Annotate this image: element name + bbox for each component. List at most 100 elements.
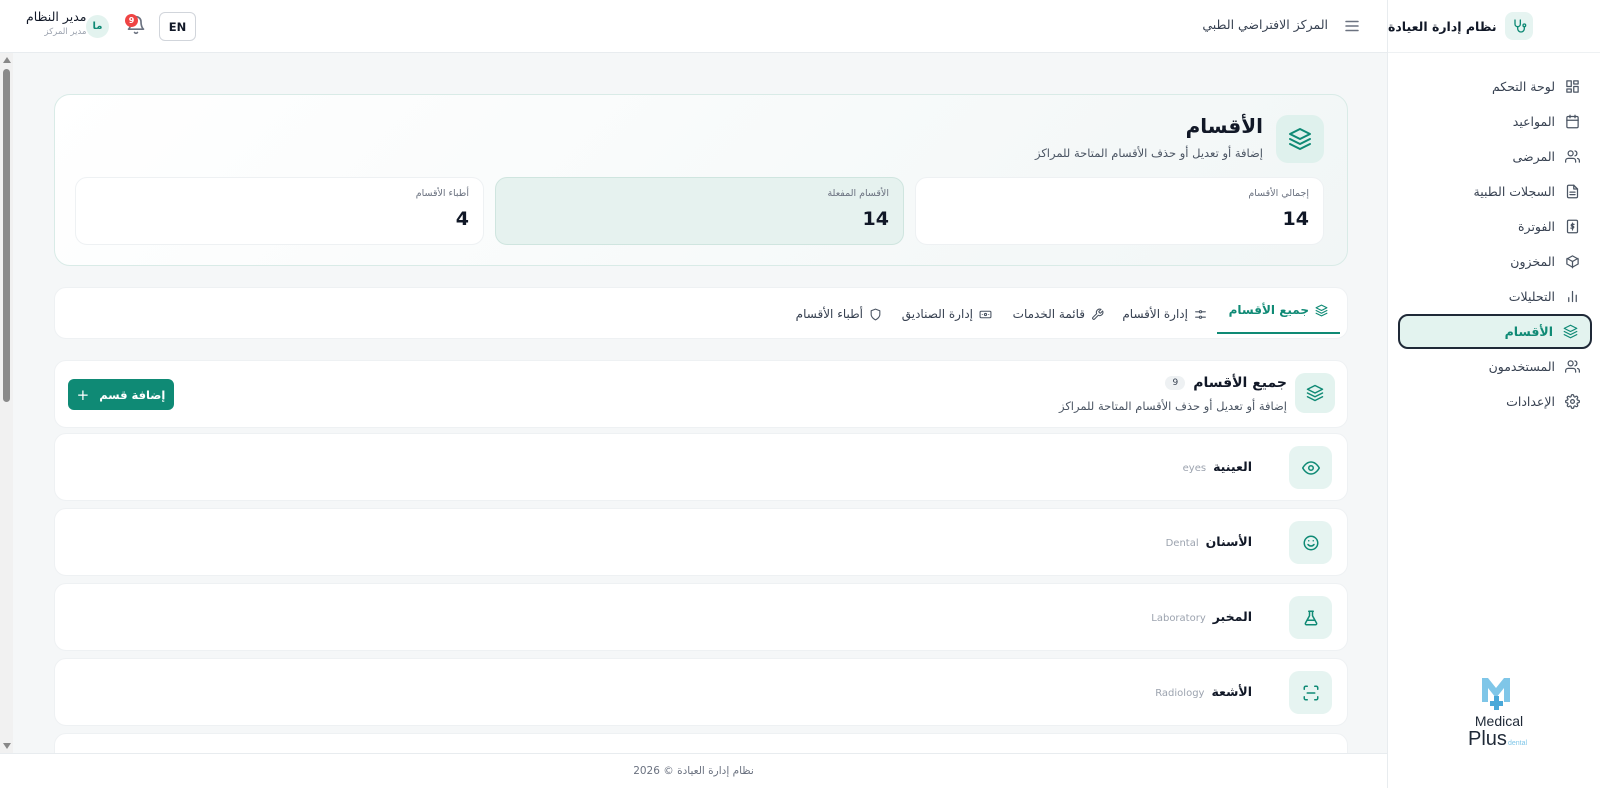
user-info[interactable]: مدير النظام مدير المركز xyxy=(26,9,86,37)
bar-chart-icon xyxy=(1568,290,1577,303)
eye-icon xyxy=(1289,446,1332,489)
sidebar-item-label: المواعيد xyxy=(1512,114,1555,129)
add-button-label: إضافة قسم xyxy=(99,387,166,402)
page-header-card: الأقسام إضافة أو تعديل أو حذف الأقسام ال… xyxy=(54,94,1348,266)
department-name: الأسنان Dental xyxy=(1166,534,1252,549)
scroll-up-arrow[interactable] xyxy=(3,57,11,63)
wrench-icon xyxy=(1092,308,1104,320)
department-row[interactable]: المخبر Laboratory xyxy=(54,583,1348,651)
center-name[interactable]: المركز الافتراضي الطبي xyxy=(1202,17,1328,32)
notifications-button[interactable]: 9 xyxy=(125,14,146,37)
scroll-down-arrow[interactable] xyxy=(3,743,11,749)
users-icon xyxy=(1565,150,1580,163)
section-header: جميع الأقسام 9 إضافة أو تعديل أو حذف الأ… xyxy=(54,360,1348,428)
tab-department-doctors[interactable]: أطباء الأقسام xyxy=(784,288,894,340)
department-name-ar: الأشعة xyxy=(1211,684,1252,699)
page-title: الأقسام xyxy=(1185,114,1263,138)
stat-total-departments: إجمالي الأقسام 14 xyxy=(915,177,1324,245)
tab-all-departments[interactable]: جميع الأقسام xyxy=(1216,288,1340,334)
sidebar-item-label: المستخدمون xyxy=(1488,359,1555,374)
tab-label: أطباء الأقسام xyxy=(795,307,863,321)
logo-text-plus: Plus xyxy=(1468,728,1507,750)
stat-value: 14 xyxy=(1282,208,1309,230)
department-name-ar: المخبر xyxy=(1212,609,1252,624)
stethoscope-icon xyxy=(1504,12,1533,40)
layers-icon xyxy=(1563,324,1578,339)
sidebar-item-label: المخزون xyxy=(1510,254,1555,269)
sidebar-item-label: الفوترة xyxy=(1518,219,1555,234)
count-badge: 9 xyxy=(1165,376,1186,390)
dashboard-icon xyxy=(1566,80,1579,93)
department-row[interactable] xyxy=(54,733,1348,753)
sidebar-item-settings[interactable]: الإعدادات xyxy=(1398,384,1592,419)
department-row[interactable]: الأسنان Dental xyxy=(54,508,1348,576)
department-name: الأشعة Radiology xyxy=(1155,684,1252,699)
topbar: المركز الافتراضي الطبي EN 9 ما مدير النظ… xyxy=(0,0,1387,53)
section-title: جميع الأقسام 9 xyxy=(1165,375,1287,391)
language-toggle-button[interactable]: EN xyxy=(159,12,196,41)
sidebar-item-label: التحليلات xyxy=(1508,289,1555,304)
shield-icon xyxy=(870,308,881,320)
page-subtitle: إضافة أو تعديل أو حذف الأقسام المتاحة لل… xyxy=(1034,146,1263,160)
user-name: مدير النظام xyxy=(26,9,87,24)
sidebar-item-users[interactable]: المستخدمون xyxy=(1398,349,1592,384)
tab-label: قائمة الخدمات xyxy=(1012,307,1085,321)
sidebar-item-analytics[interactable]: التحليلات xyxy=(1398,279,1592,314)
tab-label: إدارة الأقسام xyxy=(1122,307,1188,321)
flask-icon xyxy=(1289,596,1332,639)
footer-text: نظام إدارة العيادة © 2026 xyxy=(633,765,754,777)
sidebar-item-billing[interactable]: الفوترة xyxy=(1398,209,1592,244)
tab-label: جميع الأقسام xyxy=(1228,303,1309,317)
department-name-en: Radiology xyxy=(1155,688,1205,699)
sidebar-item-inventory[interactable]: المخزون xyxy=(1398,244,1592,279)
scan-icon xyxy=(1289,671,1332,714)
section-subtitle: إضافة أو تعديل أو حذف الأقسام المتاحة لل… xyxy=(1058,399,1287,413)
add-department-button[interactable]: إضافة قسم + xyxy=(68,379,174,410)
layers-icon xyxy=(1276,115,1324,163)
avatar[interactable]: ما xyxy=(86,15,109,38)
department-name: العينية eyes xyxy=(1183,459,1252,474)
department-name-ar: العينية xyxy=(1213,459,1252,474)
users-icon xyxy=(1565,360,1580,373)
stat-value: 14 xyxy=(862,208,889,230)
notification-badge: 9 xyxy=(125,14,138,27)
department-name-ar: الأسنان xyxy=(1205,534,1252,549)
tab-cash-boxes[interactable]: إدارة الصناديق xyxy=(890,288,1004,340)
medical-plus-logo: Medical Plus dental xyxy=(1468,678,1528,750)
file-icon xyxy=(1566,184,1579,199)
tab-services-list[interactable]: قائمة الخدمات xyxy=(1001,288,1116,340)
box-icon xyxy=(1566,255,1579,269)
stat-label: الأقسام المفعلة xyxy=(827,188,889,199)
scrollbar[interactable] xyxy=(0,53,13,753)
sidebar-item-patients[interactable]: المرضى xyxy=(1398,139,1592,174)
sidebar-item-label: الأقسام xyxy=(1504,324,1553,339)
department-name-en: eyes xyxy=(1182,463,1207,474)
user-role: مدير المركز xyxy=(44,27,87,37)
stat-value: 4 xyxy=(455,208,469,230)
section-title-text: جميع الأقسام xyxy=(1193,375,1287,391)
plus-icon: + xyxy=(76,385,90,404)
department-row[interactable]: الأشعة Radiology xyxy=(54,658,1348,726)
department-row[interactable]: العينية eyes xyxy=(54,433,1348,501)
footer: نظام إدارة العيادة © 2026 xyxy=(0,753,1387,788)
sidebar-item-dashboard[interactable]: لوحة التحكم xyxy=(1398,69,1592,104)
calendar-icon xyxy=(1566,114,1579,129)
sidebar: نظام إدارة العيادة لوحة التحكم المواعيد … xyxy=(1387,0,1600,788)
smile-icon xyxy=(1289,521,1332,564)
scrollbar-thumb[interactable] xyxy=(3,69,10,402)
sidebar-item-medical-records[interactable]: السجلات الطبية xyxy=(1398,174,1592,209)
main-content: الأقسام إضافة أو تعديل أو حذف الأقسام ال… xyxy=(14,53,1387,753)
sidebar-item-appointments[interactable]: المواعيد xyxy=(1398,104,1592,139)
layers-icon xyxy=(1295,373,1335,413)
department-name-en: Laboratory xyxy=(1151,613,1206,624)
layers-icon xyxy=(1315,304,1328,316)
stat-label: إجمالي الأقسام xyxy=(1248,188,1309,199)
cash-icon xyxy=(979,310,992,318)
dollar-icon xyxy=(1566,219,1579,234)
menu-icon[interactable] xyxy=(1343,17,1361,35)
logo-text-medical: Medical xyxy=(1475,713,1523,729)
department-name: المخبر Laboratory xyxy=(1151,609,1252,624)
tab-manage-departments[interactable]: إدارة الأقسام xyxy=(1110,288,1219,340)
sidebar-item-departments[interactable]: الأقسام xyxy=(1398,314,1592,349)
department-name-en: Dental xyxy=(1165,538,1199,549)
